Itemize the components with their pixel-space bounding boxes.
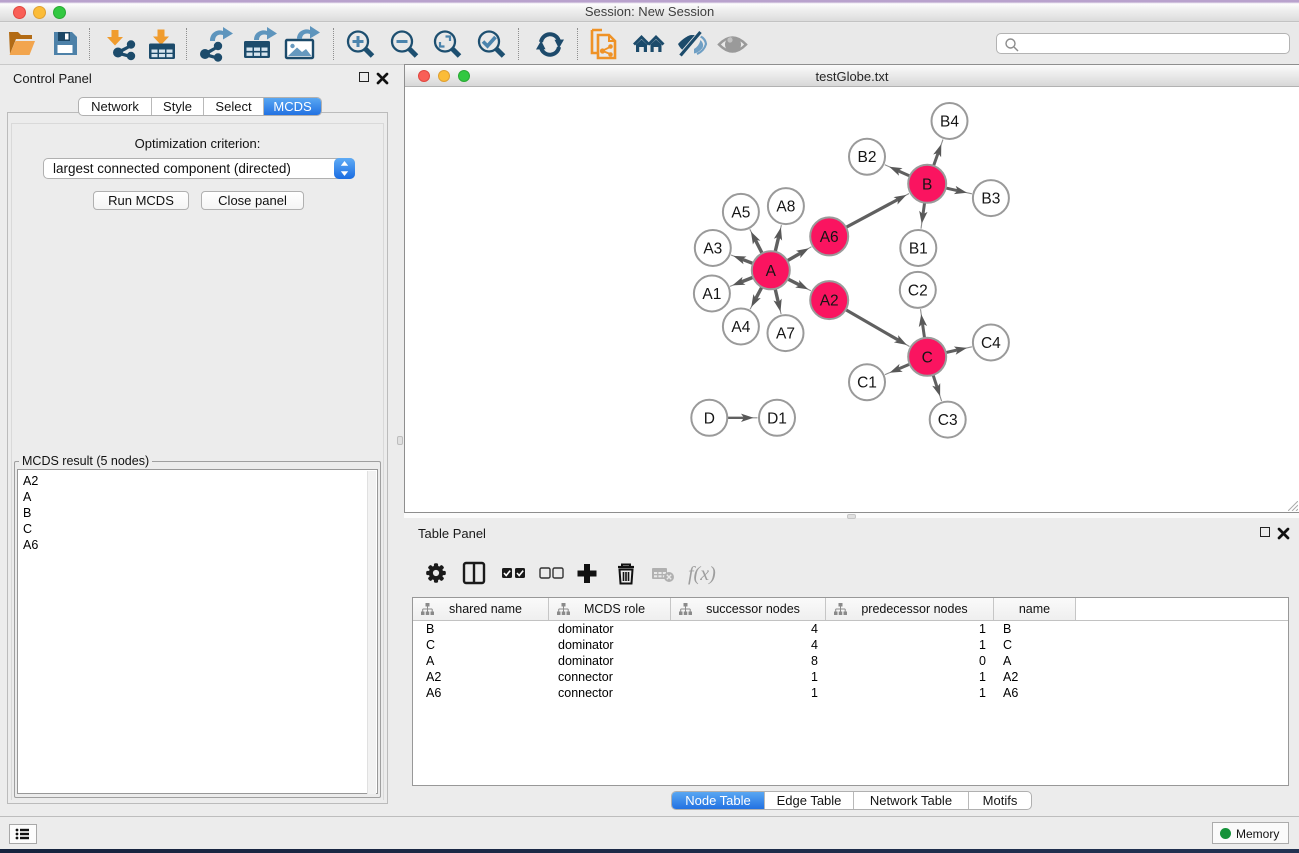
svg-text:A6: A6 bbox=[820, 229, 839, 246]
svg-text:D1: D1 bbox=[767, 410, 787, 427]
svg-text:C1: C1 bbox=[857, 375, 877, 392]
svg-text:B4: B4 bbox=[940, 114, 959, 131]
svg-text:B: B bbox=[922, 176, 932, 193]
svg-text:B3: B3 bbox=[981, 191, 1000, 208]
svg-text:f(x): f(x) bbox=[688, 563, 716, 585]
svg-text:A3: A3 bbox=[703, 241, 722, 258]
svg-text:C: C bbox=[922, 349, 933, 366]
svg-text:A8: A8 bbox=[776, 199, 795, 216]
svg-text:B2: B2 bbox=[858, 149, 877, 166]
svg-text:C3: C3 bbox=[938, 412, 958, 429]
svg-text:A2: A2 bbox=[820, 293, 839, 310]
svg-text:A1: A1 bbox=[702, 286, 721, 303]
svg-text:C2: C2 bbox=[908, 282, 928, 299]
svg-text:D: D bbox=[704, 410, 715, 427]
svg-text:A4: A4 bbox=[731, 319, 750, 336]
svg-text:A: A bbox=[766, 263, 777, 280]
svg-text:A5: A5 bbox=[731, 204, 750, 221]
svg-text:B1: B1 bbox=[909, 241, 928, 258]
svg-text:A7: A7 bbox=[776, 326, 795, 343]
svg-text:C4: C4 bbox=[981, 335, 1001, 352]
